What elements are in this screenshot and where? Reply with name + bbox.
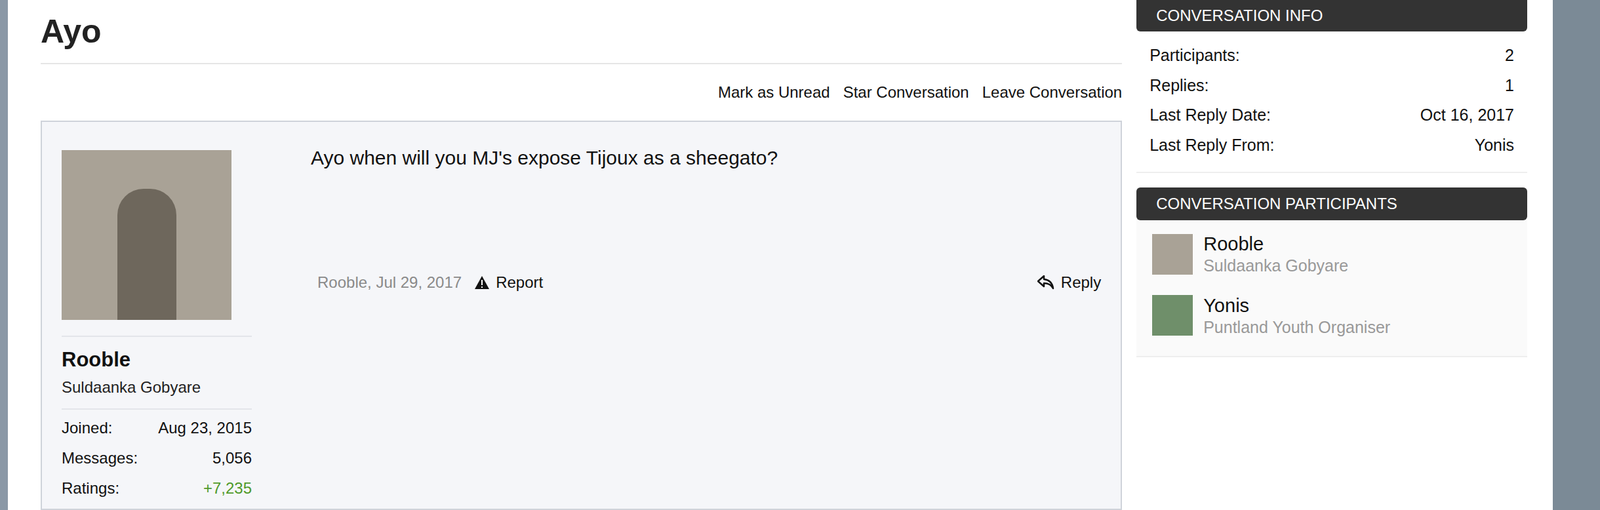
label: Puntland Youth Organiser [1203, 317, 1391, 338]
info-row: Last Reply From: Yonis [1149, 133, 1515, 159]
participants-header: CONVERSATION PARTICIPANTS [1136, 187, 1528, 221]
label: 5,056 [212, 446, 252, 471]
warning-icon [474, 276, 490, 290]
label: Last Reply Date: [1149, 102, 1271, 128]
actions-bar: Mark as Unread Star Conversation Leave C… [40, 64, 1122, 121]
mark-unread-link[interactable]: Mark as Unread [718, 80, 831, 105]
label: Joined: [61, 416, 113, 440]
message-text: Ayo when will you MJ's expose Tijoux as … [310, 142, 1101, 271]
stat-row: Joined: Aug 23, 2015 [61, 416, 252, 440]
label: Aug 23, 2015 [158, 416, 252, 440]
label: Last Reply From: [1149, 133, 1275, 159]
label: Suldaanka Gobyare [1203, 255, 1349, 277]
message-footer: Rooble, Jul 29, 2017 Report Reply [310, 270, 1101, 295]
label: Rooble [1203, 232, 1349, 256]
author-title: Suldaanka Gobyare [61, 375, 252, 400]
participant[interactable]: RoobleSuldaanka Gobyare [1152, 232, 1512, 277]
info-row: Participants: 2 [1149, 43, 1515, 69]
info-header: CONVERSATION INFO [1136, 0, 1528, 32]
page: Ayo Mark as Unread Star Conversation Lea… [7, 0, 1553, 510]
participant-avatar [1152, 234, 1193, 275]
background-strip [1552, 0, 1600, 510]
stat-row: Messages: 5,056 [61, 446, 252, 471]
message-body: Ayo when will you MJ's expose Tijoux as … [258, 121, 1121, 509]
leave-link[interactable]: Leave Conversation [982, 80, 1122, 105]
stat-row: Ratings: +7,235 [61, 476, 252, 501]
background-strip [0, 0, 8, 510]
participant[interactable]: YonisPuntland Youth Organiser [1152, 293, 1512, 339]
message-byline: Rooble, Jul 29, 2017 [317, 270, 462, 295]
main-column: Ayo Mark as Unread Star Conversation Lea… [40, 0, 1122, 510]
message: Rooble Suldaanka Gobyare Joined: Aug 23, … [40, 120, 1122, 510]
label: Replies: [1149, 73, 1209, 99]
label: Report [495, 270, 543, 295]
participant-avatar [1152, 295, 1193, 336]
author-name[interactable]: Rooble [61, 347, 252, 374]
reply-icon [1037, 275, 1055, 290]
label: +7,235 [203, 476, 252, 501]
label: Yonis [1203, 293, 1391, 318]
title-bar: Ayo [40, 0, 1122, 65]
info-row: Last Reply Date: Oct 16, 2017 [1149, 102, 1515, 128]
label: 2 [1504, 43, 1515, 69]
star-link[interactable]: Star Conversation [843, 80, 970, 105]
participants-list: RoobleSuldaanka Gobyare YonisPuntland Yo… [1136, 220, 1528, 358]
label: Oct 16, 2017 [1420, 102, 1515, 128]
author-panel: Rooble Suldaanka Gobyare Joined: Aug 23, … [41, 121, 259, 509]
report-link[interactable]: Report [474, 270, 543, 295]
label: Messages: [61, 446, 138, 471]
sidebar: CONVERSATION INFO Participants: 2 Replies… [1136, 0, 1528, 510]
label: Reply [1060, 270, 1101, 295]
author-stats: Joined: Aug 23, 2015 Messages: 5,056 Ratin… [61, 408, 252, 501]
author-avatar[interactable] [61, 150, 232, 320]
label: Yonis [1474, 133, 1515, 159]
reply-link[interactable]: Reply [1037, 270, 1101, 295]
info-row: Replies: 1 [1149, 73, 1515, 99]
label: 1 [1504, 73, 1515, 99]
label: Participants: [1149, 43, 1240, 69]
page-title: Ayo [40, 15, 102, 48]
info-rows: Participants: 2 Replies: 1 Last Reply Date… [1136, 31, 1528, 174]
label: Ratings: [61, 476, 120, 501]
author-info: Rooble Suldaanka Gobyare Joined: Aug 23, … [61, 335, 252, 501]
